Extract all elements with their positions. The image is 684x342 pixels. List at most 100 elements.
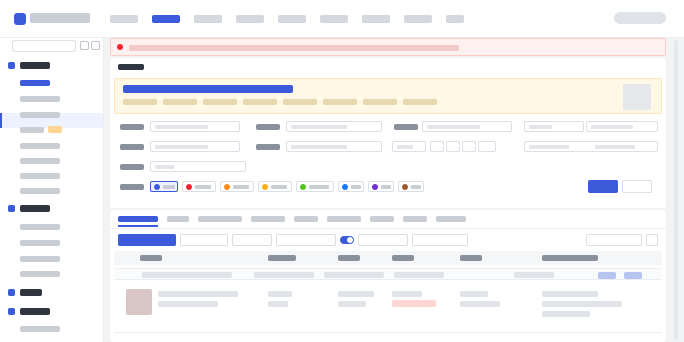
sidebar-item[interactable] <box>20 158 60 164</box>
field-label <box>256 144 280 150</box>
sidebar-item[interactable] <box>20 173 60 179</box>
sidebar-group[interactable] <box>8 203 50 213</box>
field-label <box>120 164 144 170</box>
sidebar-item[interactable] <box>20 188 60 194</box>
promo-banner <box>114 78 662 114</box>
tab[interactable] <box>327 216 361 222</box>
tab[interactable] <box>403 216 427 222</box>
top-nav-item[interactable] <box>404 15 432 23</box>
toggle-switch[interactable] <box>340 236 354 244</box>
flag-filter[interactable] <box>220 181 254 192</box>
top-nav-item-active[interactable] <box>152 15 180 23</box>
tab[interactable] <box>251 216 285 222</box>
sidebar-item[interactable] <box>20 271 60 277</box>
table-header <box>114 251 662 265</box>
page-scrollbar[interactable] <box>674 40 678 340</box>
action-button[interactable] <box>412 234 468 246</box>
order-meta <box>514 272 554 278</box>
action-button[interactable] <box>276 234 336 246</box>
order-action-link[interactable] <box>598 272 616 279</box>
search-button[interactable] <box>588 180 618 193</box>
settings-icon[interactable] <box>646 234 658 246</box>
order-meta <box>254 272 314 278</box>
sidebar-item[interactable] <box>20 112 60 118</box>
buyer-remark <box>460 301 500 307</box>
top-nav-item[interactable] <box>362 15 390 23</box>
group-icon <box>8 288 15 296</box>
brand-name <box>30 13 90 23</box>
after-sales-status <box>338 291 374 297</box>
filter-input[interactable] <box>150 141 240 152</box>
paid-amount <box>268 291 292 297</box>
grid-icon[interactable] <box>91 41 100 50</box>
status-badge <box>392 300 436 307</box>
filter-input[interactable] <box>286 141 382 152</box>
sidebar-item[interactable] <box>20 127 44 133</box>
sidebar-group[interactable] <box>8 60 50 70</box>
sidebar-item[interactable] <box>20 256 60 262</box>
flag-filter[interactable] <box>368 181 394 192</box>
top-nav-item[interactable] <box>320 15 348 23</box>
tab[interactable] <box>198 216 242 222</box>
date-range-input[interactable] <box>524 141 658 152</box>
top-nav-item[interactable] <box>278 15 306 23</box>
sidebar-group[interactable] <box>8 306 50 316</box>
top-nav-item[interactable] <box>236 15 264 23</box>
tab[interactable] <box>436 216 466 222</box>
date-shortcut[interactable] <box>430 141 444 152</box>
top-nav-item[interactable] <box>110 15 138 23</box>
filter-select[interactable] <box>150 161 246 172</box>
search-icon[interactable] <box>80 41 89 50</box>
field-label <box>120 144 144 150</box>
date-shortcut[interactable] <box>462 141 476 152</box>
sidebar-item[interactable] <box>20 224 60 230</box>
sidebar-item[interactable] <box>20 143 60 149</box>
top-nav-item[interactable] <box>194 15 222 23</box>
column-header <box>460 255 482 261</box>
filter-input[interactable] <box>150 121 240 132</box>
sidebar-group[interactable] <box>8 287 42 297</box>
action-button[interactable] <box>358 234 408 246</box>
filter-select[interactable] <box>392 141 426 152</box>
order-meta <box>142 272 232 278</box>
flag-filter[interactable] <box>182 181 216 192</box>
reset-button[interactable] <box>622 180 652 193</box>
filter-select[interactable] <box>524 121 584 132</box>
date-shortcut[interactable] <box>478 141 496 152</box>
filter-input[interactable] <box>586 121 658 132</box>
action-button[interactable] <box>180 234 228 246</box>
tab[interactable] <box>167 216 189 222</box>
buyer-remark <box>460 291 488 297</box>
sort-select[interactable] <box>586 234 642 246</box>
account-area[interactable] <box>614 12 666 24</box>
order-header-row <box>114 268 662 280</box>
sidebar-item[interactable] <box>20 96 60 102</box>
page-title <box>118 64 144 70</box>
tab[interactable] <box>118 216 158 222</box>
tab[interactable] <box>294 216 318 222</box>
product-thumbnail <box>126 289 152 315</box>
sidebar-item[interactable] <box>20 240 60 246</box>
flag-filter[interactable] <box>296 181 334 192</box>
table-row[interactable] <box>114 281 662 333</box>
filter-input[interactable] <box>286 121 382 132</box>
flag-filter-all[interactable] <box>150 181 178 192</box>
sidebar-item[interactable] <box>20 326 60 332</box>
top-nav-more[interactable] <box>446 15 464 23</box>
top-bar <box>0 0 684 38</box>
tab[interactable] <box>370 216 394 222</box>
product-spec <box>158 301 218 307</box>
date-shortcut[interactable] <box>446 141 460 152</box>
sidebar-search-input[interactable] <box>12 40 76 52</box>
order-action-more[interactable] <box>624 272 642 279</box>
primary-action-button[interactable] <box>118 234 176 246</box>
filter-input[interactable] <box>422 121 512 132</box>
flag-filter[interactable] <box>398 181 424 192</box>
flag-filter[interactable] <box>338 181 364 192</box>
sidebar-item-active[interactable] <box>20 80 50 86</box>
column-header <box>392 255 414 261</box>
filter-panel <box>110 58 666 208</box>
banner-chip <box>203 99 237 105</box>
action-button[interactable] <box>232 234 272 246</box>
flag-filter[interactable] <box>258 181 292 192</box>
